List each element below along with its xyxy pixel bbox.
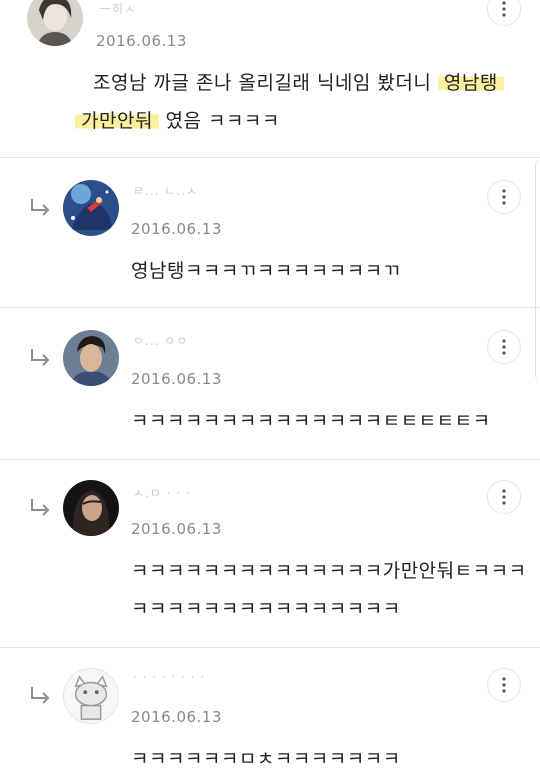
comment-date: 2016.06.13 [131, 708, 222, 726]
comment-thread: ㅡ히ㅅ 2016.06.13 조영남 까글 존나 올리길래 닉네임 봤더니 영남… [0, 0, 540, 776]
more-options-button[interactable] [487, 0, 521, 26]
reply-arrow-icon [31, 199, 50, 216]
more-options-button[interactable] [487, 668, 521, 702]
comment-username: ㄹ... ㄴ..ㅅ [133, 184, 199, 198]
comment-username: · · · · · · · · [133, 670, 206, 684]
highlighted-text: 영남탱 [437, 72, 504, 94]
comment-item: ㅡ히ㅅ 2016.06.13 조영남 까글 존나 올리길래 닉네임 봤더니 영남… [0, 0, 540, 158]
comment-username: ㅅ.ㅁ · · · [133, 486, 191, 500]
user-avatar-woman-dark-icon [63, 480, 119, 536]
user-avatar-man-icon [63, 330, 119, 386]
comment-date: 2016.06.13 [96, 32, 187, 50]
comment-text: ㅋㅋㅋㅋㅋㅋㅋㅋㅋㅋㅋㅋㅋㅋㅌㅌㅌㅌㅌㅋ [131, 410, 491, 432]
comment-text: 조영남 까글 존나 올리길래 닉네임 봤더니 [93, 72, 438, 94]
more-vertical-icon [502, 339, 506, 355]
reply-item: · · · · · · · · 2016.06.13 ㅋㅋㅋㅋㅋㅋㅁㅊㅋㅋㅋㅋㅋ… [0, 648, 540, 776]
comment-date: 2016.06.13 [131, 370, 222, 388]
avatar[interactable] [63, 330, 119, 386]
avatar[interactable] [63, 180, 119, 236]
more-options-button[interactable] [487, 480, 521, 514]
comment-username: ㅡ히ㅅ [100, 2, 137, 16]
user-avatar-woman-icon [27, 0, 83, 46]
comment-date: 2016.06.13 [131, 520, 222, 538]
reply-item: ㄹ... ㄴ..ㅅ 2016.06.13 영남탱ㅋㅋㅋㄲㅋㅋㅋㅋㅋㅋㅋㄲ [0, 158, 540, 308]
more-vertical-icon [502, 489, 506, 505]
comment-body-line2: 가만안둬 였음 ㅋㅋㅋㅋ [75, 98, 515, 144]
comment-text-line2: ㅋㅋㅋㅋㅋㅋㅋㅋㅋㅋㅋㅋㅋㅋㅋ [131, 598, 401, 620]
comment-text: 였음 ㅋㅋㅋㅋ [158, 110, 280, 132]
comment-username: ㅇ... ㅇㅇ [133, 334, 189, 348]
comment-text: 영남탱ㅋㅋㅋㄲㅋㅋㅋㅋㅋㅋㅋㄲ [131, 260, 401, 282]
comment-date: 2016.06.13 [131, 220, 222, 238]
avatar[interactable] [27, 0, 83, 46]
highlighted-text: 가만안둬 [75, 110, 159, 132]
scrollbar[interactable] [535, 160, 540, 380]
reply-arrow-icon [31, 499, 50, 516]
avatar[interactable] [63, 480, 119, 536]
reply-arrow-icon [31, 349, 50, 366]
reply-item: ㅅ.ㅁ · · · 2016.06.13 ㅋㅋㅋㅋㅋㅋㅋㅋㅋㅋㅋㅋㅋㅋ가만안둬ㅌ… [0, 460, 540, 648]
comment-text: ㅋㅋㅋㅋㅋㅋㅁㅊㅋㅋㅋㅋㅋㅋㅋ [131, 748, 401, 770]
avatar[interactable] [63, 668, 119, 724]
user-avatar-illustration-icon [63, 180, 119, 236]
user-avatar-cartoon-icon [64, 669, 118, 723]
more-vertical-icon [502, 1, 506, 17]
more-options-button[interactable] [487, 330, 521, 364]
more-options-button[interactable] [487, 180, 521, 214]
reply-arrow-icon [31, 687, 50, 704]
more-vertical-icon [502, 189, 506, 205]
more-vertical-icon [502, 677, 506, 693]
reply-item: ㅇ... ㅇㅇ 2016.06.13 ㅋㅋㅋㅋㅋㅋㅋㅋㅋㅋㅋㅋㅋㅋㅌㅌㅌㅌㅌㅋ [0, 308, 540, 460]
